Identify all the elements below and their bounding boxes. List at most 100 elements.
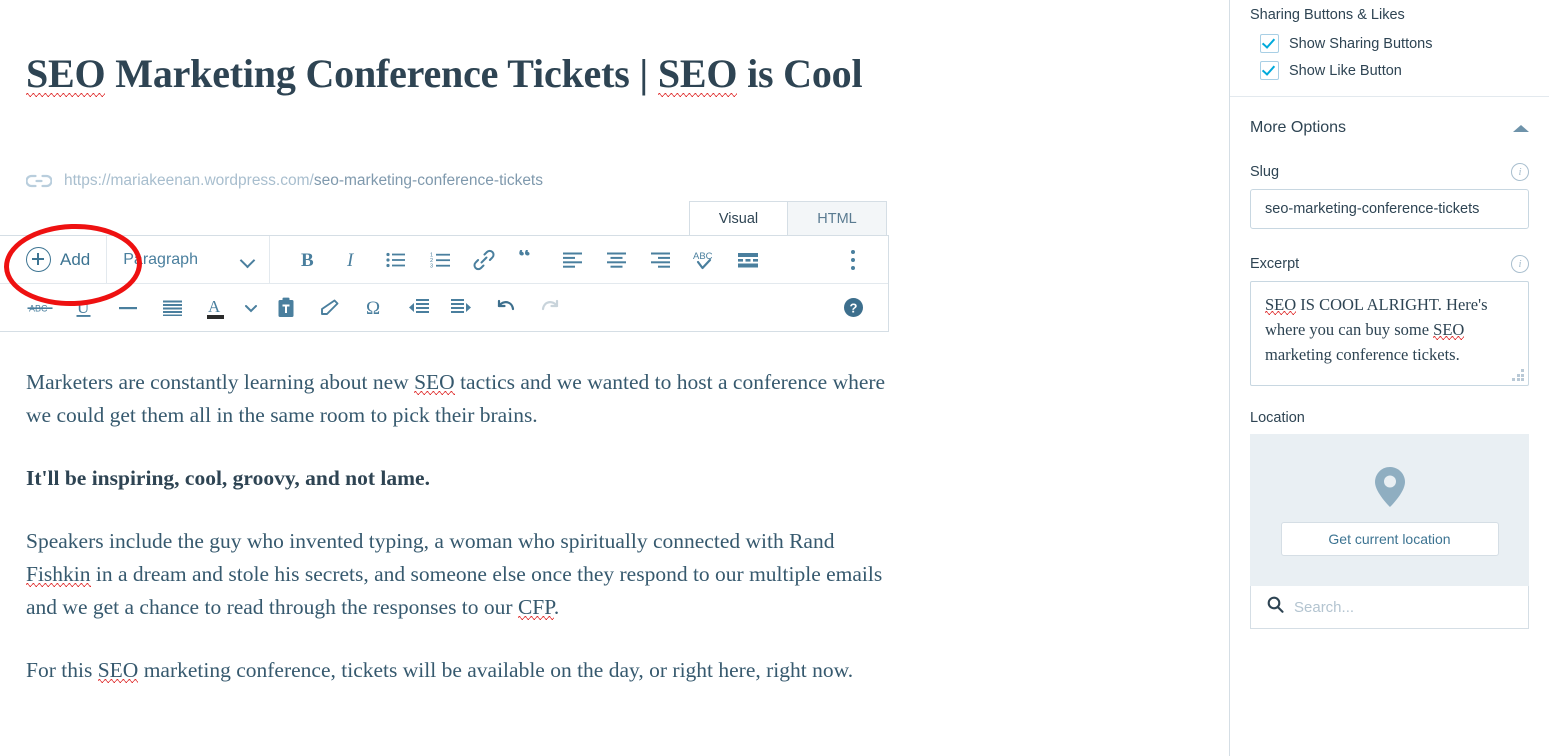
svg-text:B: B xyxy=(301,250,314,271)
svg-text:Ω: Ω xyxy=(366,298,380,319)
horizontal-rule-icon[interactable] xyxy=(106,284,150,331)
textarea-resize-handle[interactable] xyxy=(1512,369,1524,381)
triangle-up-icon[interactable] xyxy=(1513,124,1529,132)
underline-icon[interactable]: U xyxy=(62,284,106,331)
tab-html[interactable]: HTML xyxy=(788,201,887,235)
checkbox-show-sharing-buttons[interactable]: Show Sharing Buttons xyxy=(1250,34,1529,53)
checkbox-checked-icon[interactable] xyxy=(1260,61,1279,80)
kebab-dot xyxy=(851,265,855,270)
body-paragraph-1: Marketers are constantly learning about … xyxy=(26,370,886,427)
tab-visual[interactable]: Visual xyxy=(689,201,788,235)
checkbox-label: Show Sharing Buttons xyxy=(1289,35,1433,52)
more-options-label: More Options xyxy=(1250,119,1347,136)
post-body-editor[interactable]: Marketers are constantly learning about … xyxy=(26,366,886,717)
spellcheck-icon[interactable]: ABC xyxy=(682,236,726,283)
misspelled-word: SEO xyxy=(1433,320,1465,339)
svg-text:A: A xyxy=(208,297,221,316)
justify-icon[interactable] xyxy=(150,284,194,331)
editor-pane: SEO Marketing Conference Tickets | SEO i… xyxy=(0,0,1229,756)
slug-label-row: Slug i xyxy=(1230,163,1549,181)
svg-text:I: I xyxy=(346,250,355,271)
align-right-icon[interactable] xyxy=(638,236,682,283)
permalink-text: https://mariakeenan.wordpress.com/seo-ma… xyxy=(64,172,543,190)
insert-more-icon[interactable] xyxy=(726,236,770,283)
special-character-icon[interactable]: Ω xyxy=(352,284,396,331)
strikethrough-icon[interactable]: ABC xyxy=(18,284,62,331)
kebab-menu-icon[interactable] xyxy=(838,236,868,283)
plus-circle-icon xyxy=(26,247,51,272)
chevron-down-icon xyxy=(241,255,255,264)
map-pin-icon xyxy=(1373,465,1407,514)
blockquote-icon[interactable]: “ xyxy=(506,236,550,283)
undo-icon[interactable] xyxy=(484,284,528,331)
bold-icon[interactable]: B xyxy=(286,236,330,283)
body-paragraph-2: It'll be inspiring, cool, groovy, and no… xyxy=(26,466,430,490)
link-icon[interactable] xyxy=(462,236,506,283)
title-middle: Marketing Conference Tickets | xyxy=(115,51,648,96)
body-paragraph-3: Speakers include the guy who invented ty… xyxy=(26,529,883,619)
title-word-seo-1: SEO xyxy=(26,51,106,96)
title-word-seo-2: SEO xyxy=(657,51,738,96)
text-color-icon[interactable]: A xyxy=(194,284,238,331)
post-title-input[interactable]: SEO Marketing Conference Tickets | SEO i… xyxy=(26,44,886,103)
location-label: Location xyxy=(1250,410,1305,426)
slug-label: Slug xyxy=(1250,164,1280,180)
sharing-section-title: Sharing Buttons & Likes xyxy=(1250,7,1405,23)
checkbox-label: Show Like Button xyxy=(1289,62,1402,79)
numbered-list-icon[interactable]: 1 2 3 xyxy=(418,236,462,283)
toolbar-row-2-right: ? xyxy=(838,284,888,331)
get-current-location-button[interactable]: Get current location xyxy=(1280,521,1499,556)
format-select-value: Paragraph xyxy=(123,250,198,268)
title-end: is Cool xyxy=(747,51,863,96)
info-icon[interactable]: i xyxy=(1511,163,1529,181)
misspelled-word: SEO xyxy=(1265,295,1297,314)
italic-icon[interactable]: I xyxy=(330,236,374,283)
checkbox-checked-icon[interactable] xyxy=(1260,34,1279,53)
misspelled-word: SEO xyxy=(414,370,455,394)
misspelled-word: Fishkin xyxy=(26,562,91,586)
editor-mode-tabs: Visual HTML xyxy=(689,201,887,235)
indent-icon[interactable] xyxy=(440,284,484,331)
format-select[interactable]: Paragraph xyxy=(107,236,271,283)
add-button[interactable]: Add xyxy=(0,236,108,283)
kebab-dot xyxy=(851,249,855,254)
svg-text:U: U xyxy=(77,298,89,317)
toolbar-row-1-icons: B I 1 2 3 “ ABC xyxy=(270,236,770,283)
settings-sidebar: Sharing Buttons & Likes Show Sharing But… xyxy=(1229,0,1549,756)
permalink-base: https://mariakeenan.wordpress.com/ xyxy=(64,172,314,189)
color-chevron-icon[interactable] xyxy=(238,284,264,331)
misspelled-word: CFP xyxy=(517,595,554,619)
kebab-dot xyxy=(851,257,855,262)
outdent-icon[interactable] xyxy=(396,284,440,331)
info-icon[interactable]: i xyxy=(1511,255,1529,273)
svg-text:?: ? xyxy=(849,301,857,316)
add-button-label: Add xyxy=(60,249,91,269)
location-search-field[interactable]: Search... xyxy=(1250,586,1529,629)
clear-formatting-icon[interactable] xyxy=(308,284,352,331)
checkbox-show-like-button[interactable]: Show Like Button xyxy=(1250,61,1529,80)
slug-input[interactable]: seo-marketing-conference-tickets xyxy=(1250,189,1529,229)
svg-text:“: “ xyxy=(518,250,531,270)
permalink-row[interactable]: https://mariakeenan.wordpress.com/seo-ma… xyxy=(26,172,543,190)
align-center-icon[interactable] xyxy=(594,236,638,283)
location-search-placeholder: Search... xyxy=(1294,598,1355,616)
redo-icon[interactable] xyxy=(528,284,572,331)
excerpt-textarea[interactable]: SEO IS COOL ALRIGHT. Here's where you ca… xyxy=(1250,281,1529,386)
editor-toolbar: Add Paragraph B I 1 2 3 “ ABC ABC U A Ω … xyxy=(0,235,889,332)
more-options-header[interactable]: More Options xyxy=(1230,97,1549,137)
align-left-icon[interactable] xyxy=(550,236,594,283)
toolbar-row-2: ABC U A Ω ? xyxy=(0,284,888,331)
misspelled-word: SEO xyxy=(97,658,139,682)
excerpt-label-row: Excerpt i xyxy=(1230,255,1549,273)
toolbar-row-1: Add Paragraph B I 1 2 3 “ ABC xyxy=(0,236,888,284)
location-map[interactable]: Get current location xyxy=(1250,434,1529,586)
body-paragraph-4: For this SEO marketing conference, ticke… xyxy=(26,658,854,682)
sharing-section: Sharing Buttons & Likes Show Sharing But… xyxy=(1230,0,1549,80)
paste-icon[interactable] xyxy=(264,284,308,331)
bulleted-list-icon[interactable] xyxy=(374,236,418,283)
link-icon xyxy=(26,173,52,189)
editor-page: SEO Marketing Conference Tickets | SEO i… xyxy=(0,0,1549,756)
svg-text:3: 3 xyxy=(430,263,433,267)
toolbar-row-2-icons: ABC U A Ω xyxy=(0,284,572,331)
help-icon[interactable]: ? xyxy=(838,284,868,331)
